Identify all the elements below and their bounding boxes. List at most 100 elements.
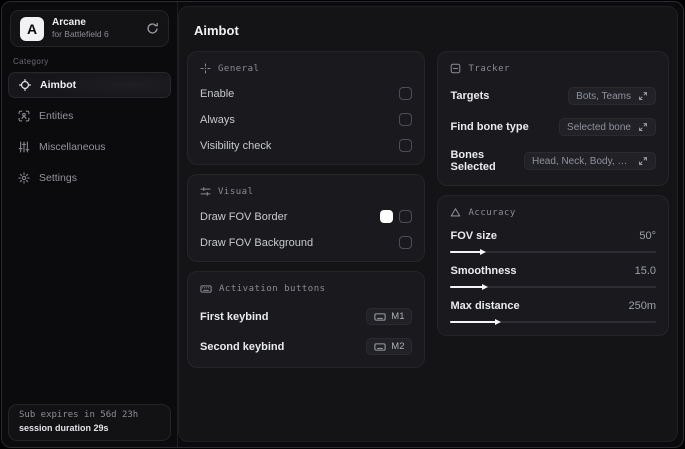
adjustments-icon [200, 186, 211, 197]
card-title: Visual [218, 186, 254, 197]
slider-fill [450, 283, 489, 290]
always-checkbox[interactable] [399, 113, 413, 126]
smoothness-slider[interactable] [450, 283, 656, 290]
find-bone-type-select[interactable]: Selected bone [559, 118, 656, 136]
setting-label: Draw FOV Border [200, 210, 288, 223]
visibility-check-checkbox[interactable] [399, 139, 413, 152]
setting-label: Always [200, 113, 235, 126]
triangle-icon [450, 207, 461, 218]
app-header: A Arcane for Battlefield 6 [10, 10, 169, 47]
app-title: Arcane [52, 17, 86, 29]
sidebar-nav: Aimbot Entities Miscellaneous Settings [8, 72, 171, 196]
slider-value: 15.0 [634, 265, 656, 277]
select-value: Head, Neck, Body, Pe... [532, 155, 631, 167]
category-label: Category [13, 57, 49, 66]
slider-fill [450, 318, 501, 325]
setting-label: Visibility check [200, 139, 272, 152]
accuracy-card-header: Accuracy [450, 207, 656, 218]
visual-card: Visual Draw FOV Border Draw FOV Backgrou… [187, 174, 426, 262]
expand-icon [638, 156, 648, 166]
setting-label: Max distance [450, 300, 520, 312]
expand-icon [638, 122, 648, 132]
second-keybind-button[interactable]: M2 [366, 338, 413, 355]
setting-row-visibility-check: Visibility check [200, 139, 413, 152]
card-title: Accuracy [468, 207, 516, 218]
card-title: Activation buttons [219, 284, 326, 294]
setting-row-always: Always [200, 113, 413, 126]
setting-label: First keybind [200, 310, 269, 323]
slider-thumb[interactable] [494, 318, 501, 325]
setting-label: Second keybind [200, 340, 285, 353]
keybind-value: M1 [391, 311, 405, 322]
session-duration-text: session duration 29s [19, 422, 109, 433]
subscription-info: Sub expires in 56d 23h session duration … [8, 404, 171, 441]
sub-expiry-text: Sub expires in 56d 23h [19, 410, 139, 420]
setting-row-enable: Enable [200, 87, 413, 100]
max-distance-setting: Max distance 250m [450, 300, 656, 325]
draw-fov-background-checkbox[interactable] [399, 236, 413, 249]
right-column: Tracker Targets Bots, Teams Find bone ty… [437, 51, 669, 345]
first-keybind-button[interactable]: M1 [366, 308, 413, 325]
expand-icon [638, 91, 648, 101]
tracker-card-header: Tracker [450, 63, 656, 74]
select-value: Selected bone [567, 121, 631, 133]
smoothness-setting: Smoothness 15.0 [450, 265, 656, 290]
setting-row-draw-fov-border: Draw FOV Border [200, 210, 413, 223]
activation-card-header: Activation buttons [200, 283, 412, 295]
keyboard-icon [200, 283, 212, 295]
bones-selected-select[interactable]: Head, Neck, Body, Pe... [524, 152, 656, 170]
app-logo: A [20, 16, 44, 41]
sliders-icon [18, 141, 30, 153]
sidebar: A Arcane for Battlefield 6 Category Aimb… [2, 2, 178, 447]
app-window: A Arcane for Battlefield 6 Category Aimb… [1, 1, 684, 448]
sidebar-item-label: Miscellaneous [39, 141, 106, 153]
accuracy-card: Accuracy FOV size 50° Smoothness 15.0 Ma… [437, 195, 669, 336]
slider-fill [450, 248, 487, 255]
crosshair-icon [19, 79, 31, 91]
slider-thumb[interactable] [482, 283, 489, 290]
setting-label: Enable [200, 87, 235, 100]
setting-label: Targets [450, 90, 490, 102]
gear-icon [18, 172, 30, 184]
keybind-value: M2 [391, 341, 405, 352]
sidebar-item-label: Settings [39, 172, 77, 184]
visual-card-header: Visual [200, 186, 412, 197]
keyboard-icon [374, 341, 386, 353]
fov-size-setting: FOV size 50° [450, 230, 656, 255]
setting-label: Draw FOV Background [200, 236, 314, 249]
enable-checkbox[interactable] [399, 87, 413, 100]
draw-fov-border-checkbox[interactable] [399, 210, 413, 223]
app-meta: Arcane for Battlefield 6 [52, 17, 138, 39]
slider-value: 50° [639, 230, 656, 242]
targets-select[interactable]: Bots, Teams [568, 87, 656, 105]
setting-row-first-keybind: First keybind M1 [200, 308, 413, 325]
fov-size-slider[interactable] [450, 248, 656, 255]
setting-row-second-keybind: Second keybind M2 [200, 338, 413, 355]
left-column: General Enable Always Visibility check V… [187, 51, 426, 377]
app-subtitle: for Battlefield 6 [52, 28, 109, 39]
setting-row-draw-fov-background: Draw FOV Background [200, 236, 413, 249]
refresh-icon[interactable] [146, 22, 159, 35]
setting-row-find-bone-type: Find bone type Selected bone [450, 118, 656, 136]
target-icon [200, 63, 211, 74]
entities-icon [18, 110, 30, 122]
setting-label: FOV size [450, 230, 497, 242]
setting-label: Find bone type [450, 121, 529, 133]
sidebar-item-label: Aimbot [40, 79, 77, 91]
general-card-header: General [200, 63, 412, 74]
slider-thumb[interactable] [480, 248, 487, 255]
page-title: Aimbot [194, 23, 239, 38]
sidebar-item-aimbot[interactable]: Aimbot [8, 72, 171, 98]
max-distance-slider[interactable] [450, 318, 656, 325]
sidebar-item-entities[interactable]: Entities [8, 103, 171, 129]
fov-border-color-swatch[interactable] [380, 210, 394, 223]
setting-row-bones-selected: Bones Selected Head, Neck, Body, Pe... [450, 149, 656, 173]
sidebar-item-miscellaneous[interactable]: Miscellaneous [8, 134, 171, 160]
main-panel: Aimbot General Enable Always Visibility … [178, 6, 678, 442]
activation-card: Activation buttons First keybind M1 Seco… [187, 271, 426, 368]
keyboard-icon [374, 311, 386, 323]
setting-controls [380, 210, 413, 223]
sidebar-item-settings[interactable]: Settings [8, 165, 171, 191]
tracker-card: Tracker Targets Bots, Teams Find bone ty… [437, 51, 669, 186]
tracker-icon [450, 63, 461, 74]
